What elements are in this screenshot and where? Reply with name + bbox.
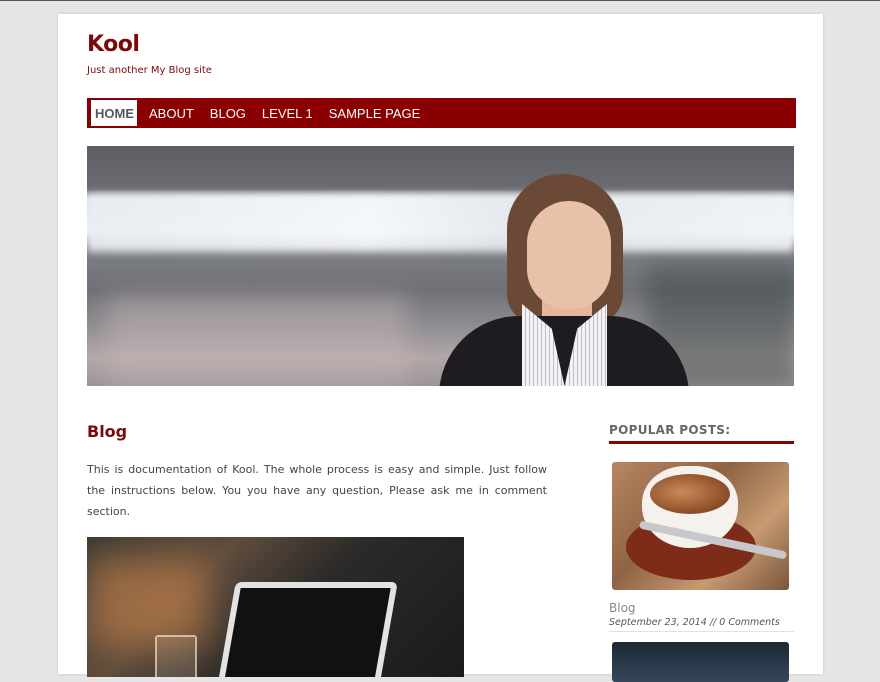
post-image-light <box>87 557 207 647</box>
header-hero-image <box>87 146 794 386</box>
post-body: This is documentation of Kool. The whole… <box>87 463 547 518</box>
nav-item-blog[interactable]: BLOG <box>202 98 254 128</box>
nav-item-sample-page[interactable]: SAMPLE PAGE <box>321 98 429 128</box>
popular-post-thumbnail[interactable] <box>612 462 789 590</box>
post-image-glass <box>155 635 197 677</box>
popular-posts-heading: POPULAR POSTS: <box>609 423 794 444</box>
popular-post-meta: September 23, 2014 // 0 Comments <box>609 617 794 632</box>
hero-person-face <box>527 201 611 309</box>
popular-post-title[interactable]: Blog <box>609 601 636 615</box>
window-top-border <box>0 0 880 1</box>
popular-post-thumbnail-2[interactable] <box>612 642 789 682</box>
page-container: Kool Just another My Blog site HOME ABOU… <box>58 14 823 682</box>
site-tagline: Just another My Blog site <box>87 65 212 76</box>
thumb-coffee <box>650 474 730 514</box>
main-nav: HOME ABOUT BLOG LEVEL 1 SAMPLE PAGE <box>87 98 796 128</box>
hero-background-blur <box>107 296 407 386</box>
site-title[interactable]: Kool <box>87 32 140 57</box>
post-featured-image[interactable] <box>87 537 464 677</box>
nav-item-about[interactable]: ABOUT <box>141 98 202 128</box>
post-title[interactable]: Blog <box>87 422 127 441</box>
nav-item-level-1[interactable]: LEVEL 1 <box>254 98 321 128</box>
hero-background-light <box>87 194 794 252</box>
post-image-laptop <box>214 582 398 677</box>
nav-item-home[interactable]: HOME <box>89 100 137 126</box>
